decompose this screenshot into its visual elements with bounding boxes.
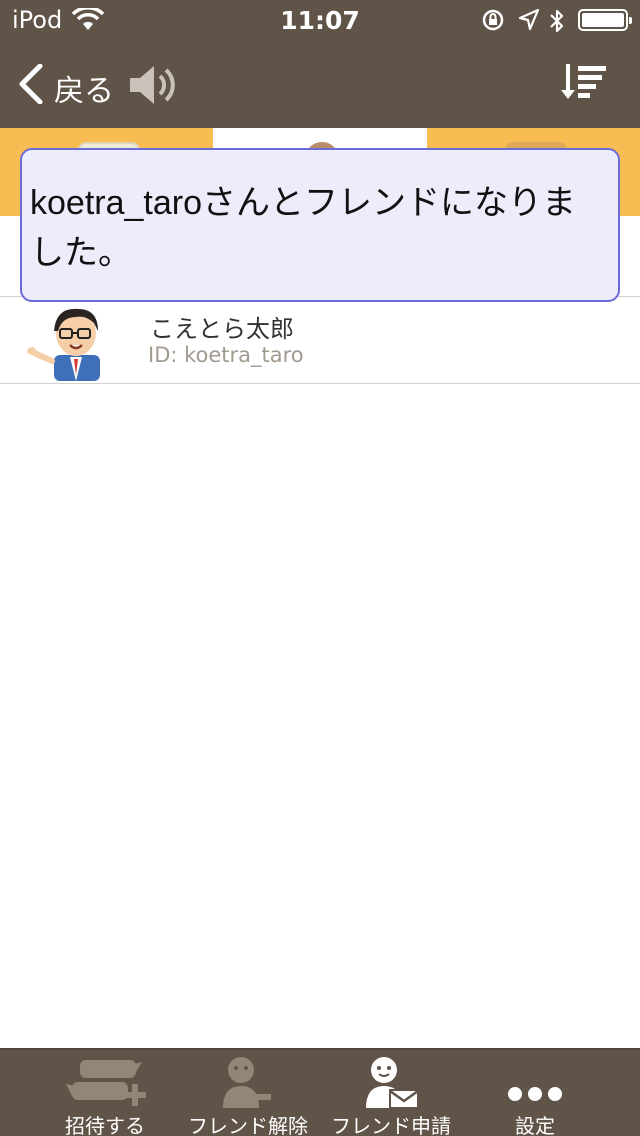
status-bar: iPod 11:07 xyxy=(0,0,640,40)
friend-request-button[interactable]: フレンド申請 xyxy=(316,1050,466,1136)
remove-friend-label: フレンド解除 xyxy=(188,1114,308,1136)
remove-friend-icon xyxy=(223,1057,271,1108)
friend-added-toast: koetra_taroさんとフレンドになりました。 xyxy=(20,148,620,302)
settings-button[interactable]: 設定 xyxy=(460,1050,610,1136)
back-chevron-icon xyxy=(19,64,43,104)
friend-request-label: フレンド申請 xyxy=(331,1114,451,1136)
friend-name: こえとら太郎 xyxy=(150,315,294,343)
avatar xyxy=(27,308,100,381)
top-bar: iPod 11:07 戻る xyxy=(0,0,640,128)
friend-id: ID: koetra_taro xyxy=(148,343,304,367)
battery-icon xyxy=(578,9,632,31)
back-button[interactable]: 戻る xyxy=(14,58,124,109)
invite-label: 招待する xyxy=(65,1114,145,1136)
more-icon xyxy=(508,1087,562,1101)
orientation-lock-icon xyxy=(482,9,504,31)
bluetooth-icon xyxy=(550,9,564,33)
remove-friend-button[interactable]: フレンド解除 xyxy=(173,1050,323,1136)
navigation-bar: 戻る xyxy=(0,40,640,128)
list-item[interactable]: こえとら太郎 ID: koetra_taro xyxy=(0,297,640,383)
clock: 11:07 xyxy=(280,6,360,35)
invite-button[interactable]: 招待する xyxy=(30,1050,180,1136)
toast-message: koetra_taroさんとフレンドになりました。 xyxy=(30,184,576,272)
back-button-label: 戻る xyxy=(54,74,114,109)
settings-label: 設定 xyxy=(515,1114,555,1136)
invite-icon xyxy=(66,1060,146,1106)
bottom-toolbar: 招待する フレンド解除 フレンド申請 設定 xyxy=(0,1048,640,1136)
friend-request-icon xyxy=(366,1057,419,1109)
location-icon xyxy=(518,8,540,31)
speaker-icon[interactable] xyxy=(128,64,176,106)
sort-icon[interactable] xyxy=(560,62,608,102)
list-divider xyxy=(0,383,640,384)
